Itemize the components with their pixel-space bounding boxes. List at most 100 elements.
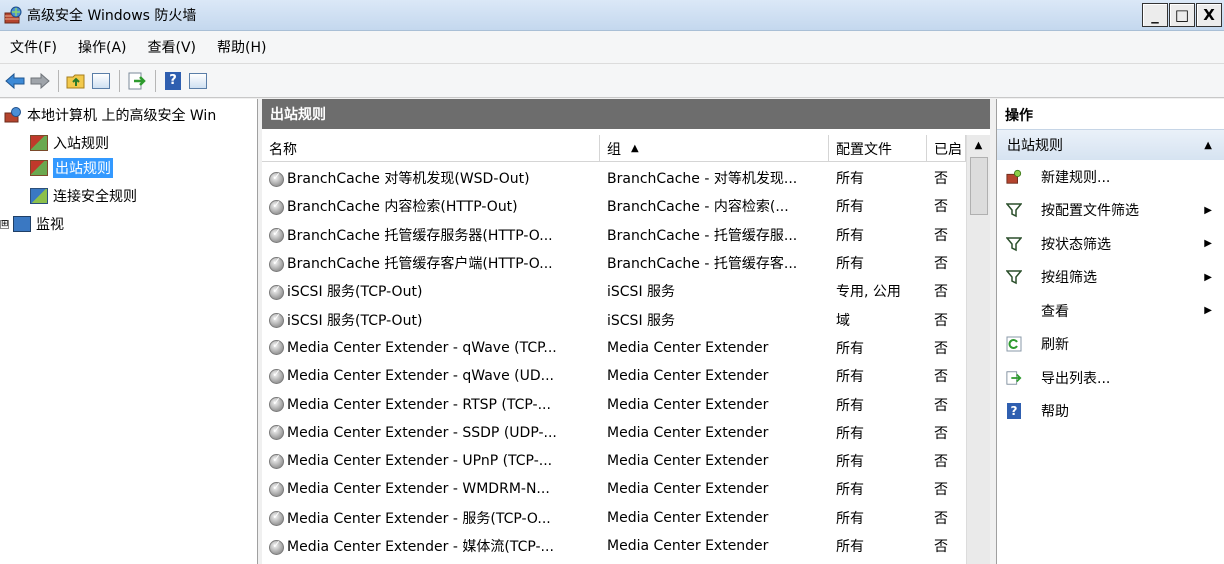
rule-enabled: 否 — [934, 227, 948, 244]
refresh-icon — [1006, 336, 1022, 352]
tree-item-monitoring[interactable]: ⊞ 监视 — [0, 213, 64, 235]
rule-group: Media Center Extender — [607, 396, 769, 413]
back-arrow-icon[interactable] — [3, 69, 27, 93]
forward-arrow-icon[interactable] — [28, 69, 52, 93]
table-row[interactable]: iSCSI 服务(TCP-Out) iSCSI 服务 专用, 公用 否 — [262, 277, 962, 305]
action-item[interactable]: 按配置文件筛选 ▶ — [997, 194, 1224, 228]
expand-icon[interactable]: ⊞ — [0, 219, 9, 229]
rule-disabled-icon — [269, 397, 284, 413]
rule-group: Media Center Extender — [607, 509, 769, 526]
rule-disabled-icon — [269, 481, 284, 497]
table-row[interactable]: Media Center Extender - 服务(TCP-O... Media… — [262, 504, 962, 532]
column-name[interactable]: 名称 — [262, 135, 600, 162]
menu-action[interactable]: 操作(A) — [67, 37, 137, 57]
rule-name: Media Center Extender - 媒体流(TCP-... — [287, 539, 554, 555]
tree-root[interactable]: 本地计算机 上的高级安全 Win — [4, 104, 216, 126]
rule-disabled-icon — [269, 170, 284, 187]
action-item[interactable]: 按组筛选 ▶ — [997, 261, 1224, 295]
table-row[interactable]: Media Center Extender - UPnP (TCP-... Med… — [262, 447, 962, 475]
column-header-row: 名称 组 ▲ 配置文件 已启 — [262, 135, 990, 162]
rule-enabled: 否 — [934, 482, 948, 499]
rule-profile: 所有 — [836, 369, 864, 386]
rule-group: Media Center Extender — [607, 481, 769, 498]
table-row[interactable]: BranchCache 托管缓存客户端(HTTP-O... BranchCache… — [262, 249, 962, 277]
action-item[interactable]: 刷新 — [997, 328, 1224, 362]
up-folder-icon[interactable] — [64, 69, 88, 93]
table-row[interactable]: iSCSI 服务(TCP-Out) iSCSI 服务 域 否 — [262, 305, 962, 333]
maximize-button[interactable]: □ — [1169, 3, 1195, 27]
actions-section-outbound[interactable]: 出站规则 ▲ — [997, 129, 1224, 160]
vertical-scrollbar[interactable]: ▲ — [966, 135, 990, 564]
column-profile[interactable]: 配置文件 — [829, 135, 927, 162]
collapse-icon[interactable]: ▲ — [1204, 140, 1212, 151]
navigation-tree: 本地计算机 上的高级安全 Win 入站规则 出站规则 连接安全规则 ⊞ 监视 — [0, 99, 258, 564]
rule-name: Media Center Extender - SSDP (UDP-... — [287, 424, 557, 441]
action-item[interactable]: 导出列表... — [997, 361, 1224, 395]
help-icon: ? — [1006, 403, 1022, 420]
connection-security-icon — [30, 188, 48, 204]
rule-name: Media Center Extender - qWave (UD... — [287, 368, 554, 385]
rule-enabled: 否 — [934, 539, 948, 555]
table-row[interactable]: BranchCache 内容检索(HTTP-Out) BranchCache - … — [262, 192, 962, 220]
rule-name: Media Center Extender - 服务(TCP-O... — [287, 510, 551, 527]
tree-item-connection-security-rules[interactable]: 连接安全规则 — [30, 185, 137, 207]
table-row[interactable]: Media Center Extender - RTSP (TCP-... Med… — [262, 390, 962, 418]
scroll-up-icon[interactable]: ▲ — [967, 135, 990, 155]
menu-file[interactable]: 文件(F) — [0, 37, 67, 57]
rule-profile: 所有 — [836, 340, 864, 357]
firewall-icon — [4, 107, 22, 123]
actions-title: 操作 — [1005, 108, 1033, 124]
column-group[interactable]: 组 ▲ — [600, 135, 829, 162]
close-button[interactable]: X — [1196, 3, 1222, 27]
filter-icon — [1006, 236, 1022, 252]
tree-item-outbound-rules[interactable]: 出站规则 — [30, 157, 113, 179]
table-row[interactable]: Media Center Extender - WMDRM-N... Media … — [262, 475, 962, 503]
rule-profile: 所有 — [836, 171, 864, 188]
action-item[interactable]: 新建规则... — [997, 160, 1224, 194]
table-row[interactable]: Media Center Extender - 媒体流(TCP-... Media… — [262, 532, 962, 560]
action-label: 查看 — [1041, 303, 1069, 320]
properties-icon[interactable] — [186, 69, 210, 93]
firewall-app-icon — [4, 6, 22, 24]
export-list-icon[interactable] — [125, 69, 149, 93]
rule-disabled-icon — [269, 368, 284, 384]
rule-enabled: 否 — [934, 454, 948, 471]
rule-disabled-icon — [269, 226, 284, 244]
rule-profile: 所有 — [836, 256, 864, 273]
action-item[interactable]: ? 帮助 — [997, 395, 1224, 429]
column-enabled[interactable]: 已启 — [927, 135, 966, 162]
submenu-arrow-icon: ▶ — [1204, 305, 1212, 317]
menu-bar: 文件(F) 操作(A) 查看(V) 帮助(H) — [0, 31, 1224, 64]
rule-group: Media Center Extender — [607, 538, 769, 554]
help-icon[interactable]: ? — [161, 69, 185, 93]
rule-disabled-icon — [269, 340, 284, 356]
minimize-button[interactable]: _ — [1142, 3, 1168, 27]
table-row[interactable]: Media Center Extender - qWave (UD... Medi… — [262, 362, 962, 390]
rule-group: BranchCache - 托管缓存服... — [607, 227, 798, 244]
menu-view[interactable]: 查看(V) — [137, 37, 207, 57]
rule-disabled-icon — [269, 509, 284, 527]
action-item[interactable]: 查看 ▶ — [997, 294, 1224, 328]
action-label: 按组筛选 — [1041, 270, 1097, 287]
show-hide-tree-icon[interactable] — [89, 69, 113, 93]
action-label: 帮助 — [1041, 404, 1069, 421]
rule-enabled: 否 — [934, 199, 948, 216]
rule-group: BranchCache - 内容检索(... — [607, 199, 789, 216]
tree-item-label: 入站规则 — [53, 136, 109, 152]
pane-title: 出站规则 — [262, 99, 990, 129]
table-row[interactable]: BranchCache 托管缓存服务器(HTTP-O... BranchCache… — [262, 221, 962, 249]
scroll-thumb[interactable] — [970, 157, 988, 215]
rule-enabled: 否 — [934, 425, 948, 442]
action-label: 刷新 — [1041, 337, 1069, 354]
rule-disabled-icon — [269, 283, 284, 300]
tree-item-label: 连接安全规则 — [53, 189, 137, 205]
tree-item-inbound-rules[interactable]: 入站规则 — [30, 132, 109, 154]
table-row[interactable]: BranchCache 对等机发现(WSD-Out) BranchCache - … — [262, 164, 962, 192]
table-row[interactable]: Media Center Extender - SSDP (UDP-... Med… — [262, 419, 962, 447]
action-item[interactable]: 按状态筛选 ▶ — [997, 227, 1224, 261]
action-label: 新建规则... — [1041, 169, 1111, 186]
new-rule-icon — [1006, 169, 1022, 185]
menu-help[interactable]: 帮助(H) — [206, 37, 276, 57]
table-row[interactable]: Media Center Extender - qWave (TCP... Med… — [262, 334, 962, 362]
rule-profile: 所有 — [836, 227, 864, 244]
